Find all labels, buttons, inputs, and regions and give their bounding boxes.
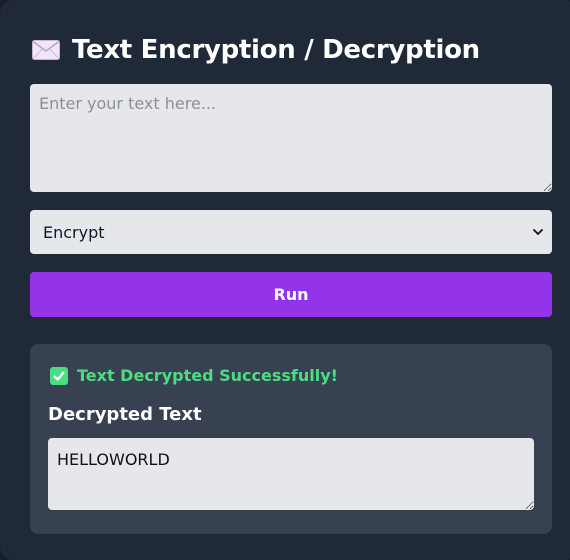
app-card: Text Encryption / Decryption Encrypt Run…	[0, 0, 570, 560]
status-message: Text Decrypted Successfully!	[50, 366, 338, 385]
text-input[interactable]	[30, 84, 552, 192]
envelope-icon	[32, 40, 60, 60]
chevron-down-icon	[532, 223, 544, 242]
mode-select[interactable]: Encrypt	[30, 210, 552, 254]
status-text: Text Decrypted Successfully!	[77, 366, 338, 385]
result-panel: Text Decrypted Successfully! Decrypted T…	[30, 344, 552, 534]
result-label: Decrypted Text	[48, 404, 202, 425]
output-text[interactable]: HELLOWORLD	[48, 438, 534, 510]
header: Text Encryption / Decryption	[32, 32, 480, 68]
mode-select-value: Encrypt	[43, 222, 105, 242]
check-icon	[50, 366, 68, 385]
run-button[interactable]: Run	[30, 272, 552, 317]
page-title: Text Encryption / Decryption	[72, 35, 480, 65]
